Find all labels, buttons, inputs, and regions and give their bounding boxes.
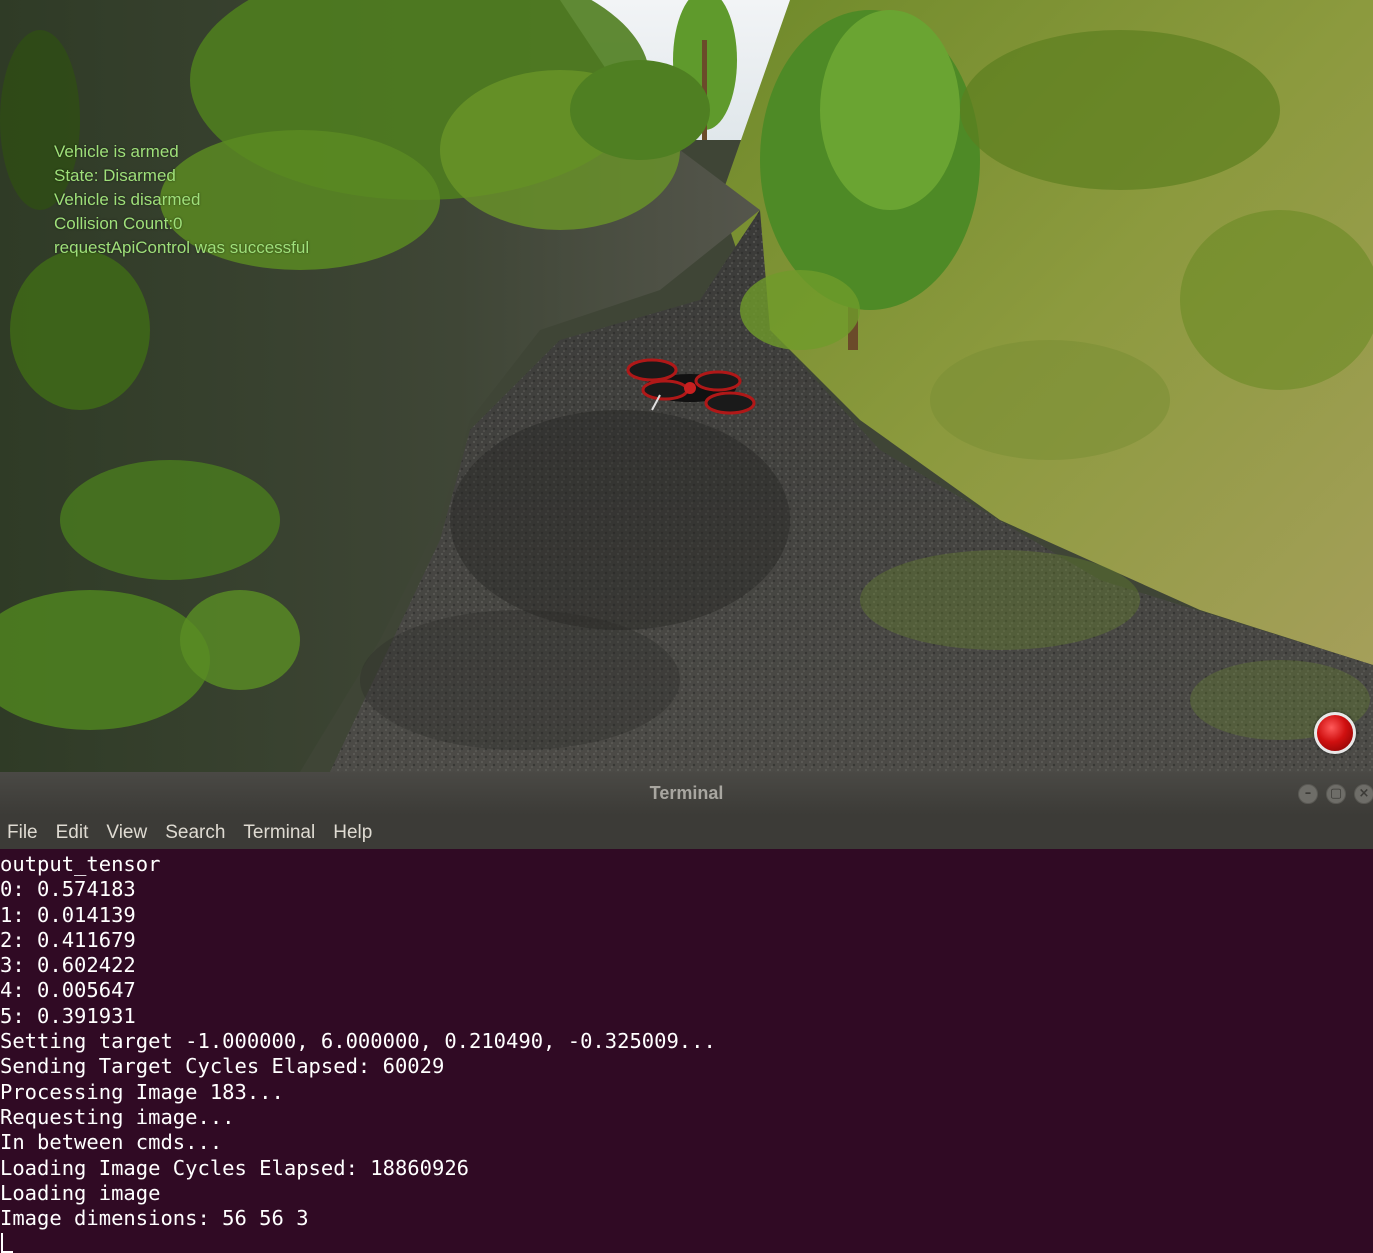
output-line: 3: 0.602422 bbox=[0, 953, 136, 978]
output-line: 5: 0.391931 bbox=[0, 1003, 136, 1028]
output-line: 1: 0.014139 bbox=[0, 902, 136, 927]
hud-line: Collision Count:0 bbox=[54, 214, 183, 233]
close-icon[interactable]: × bbox=[1354, 784, 1373, 804]
menu-terminal[interactable]: Terminal bbox=[243, 816, 315, 850]
output-line: Processing Image 183... bbox=[0, 1079, 284, 1104]
hud-line: Vehicle is armed bbox=[54, 142, 179, 161]
output-line: output_tensor bbox=[0, 852, 161, 876]
menu-help[interactable]: Help bbox=[333, 816, 372, 850]
terminal-output-area[interactable]: output_tensor 0: 0.574183 1: 0.014139 2: 0.… bbox=[0, 849, 1373, 1253]
menu-search[interactable]: Search bbox=[165, 816, 225, 850]
simulator-viewport[interactable]: Vehicle is armed State: Disarmed Vehicle… bbox=[0, 0, 1373, 772]
menu-view[interactable]: View bbox=[106, 816, 147, 850]
hud-line: State: Disarmed bbox=[54, 166, 176, 185]
output-line: Loading Image Cycles Elapsed: 18860926 bbox=[0, 1155, 469, 1180]
output-line: Setting target -1.000000, 6.000000, 0.21… bbox=[0, 1029, 716, 1054]
output-line: 0: 0.574183 bbox=[0, 877, 136, 902]
output-line: Image dimensions: 56 56 3 bbox=[0, 1206, 309, 1231]
menu-bar: File Edit View Search Terminal Help bbox=[0, 815, 1373, 849]
record-button[interactable] bbox=[1314, 712, 1356, 754]
output-line: Sending Target Cycles Elapsed: 60029 bbox=[0, 1054, 445, 1079]
terminal-titlebar[interactable]: Terminal – ▢ × bbox=[0, 772, 1373, 815]
hud-line: requestApiControl was successful bbox=[54, 238, 310, 257]
minimize-icon[interactable]: – bbox=[1298, 784, 1318, 804]
terminal-cursor bbox=[1, 1233, 13, 1253]
output-line: 4: 0.005647 bbox=[0, 978, 136, 1003]
forest-scene bbox=[0, 0, 1373, 772]
hud-overlay: Vehicle is armed State: Disarmed Vehicle… bbox=[54, 140, 309, 260]
output-line: 2: 0.411679 bbox=[0, 927, 136, 952]
terminal-window: Terminal – ▢ × File Edit View Search Termina… bbox=[0, 772, 1373, 1253]
output-line: In between cmds... bbox=[0, 1130, 223, 1155]
window-title: Terminal bbox=[649, 783, 724, 803]
output-line: Requesting image... bbox=[0, 1104, 235, 1129]
hud-line: Vehicle is disarmed bbox=[54, 190, 201, 209]
terminal-output: output_tensor 0: 0.574183 1: 0.014139 2: 0.… bbox=[0, 849, 1373, 1231]
output-line: Loading image bbox=[0, 1180, 161, 1205]
menu-edit[interactable]: Edit bbox=[56, 816, 89, 850]
maximize-icon[interactable]: ▢ bbox=[1326, 784, 1346, 804]
menu-file[interactable]: File bbox=[7, 816, 38, 850]
